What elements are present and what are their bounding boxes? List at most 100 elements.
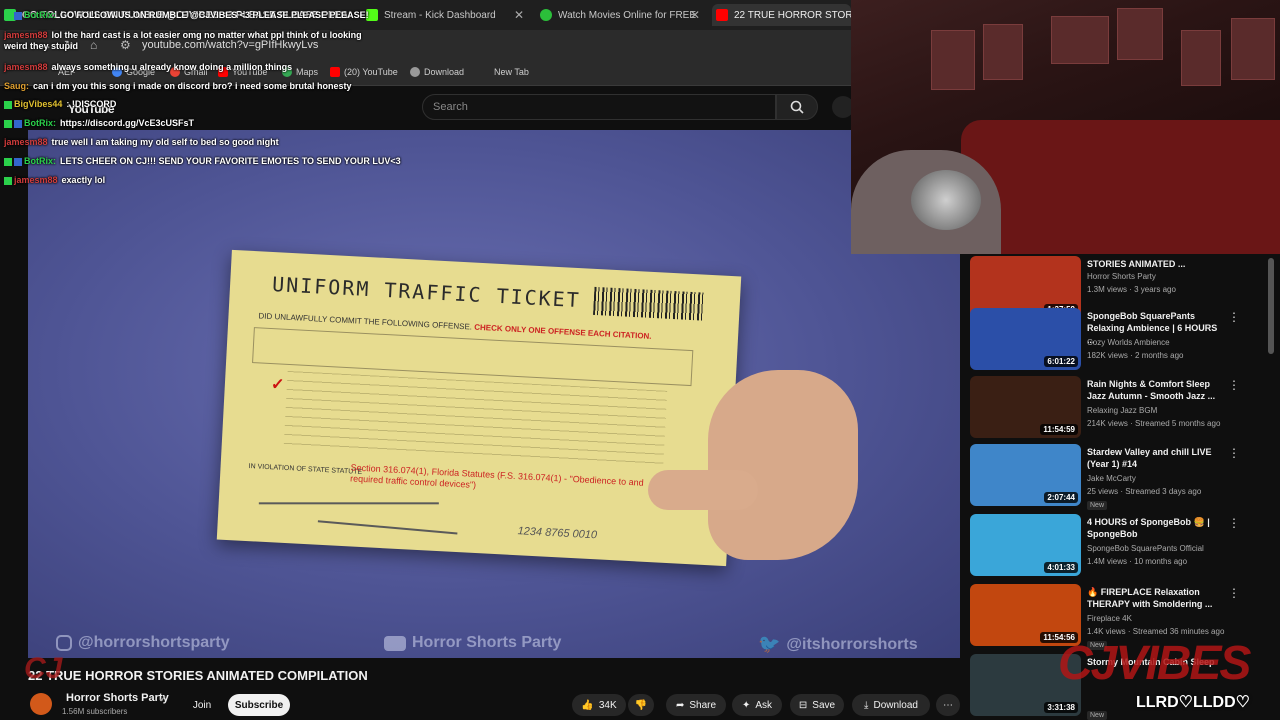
- instagram-icon: [56, 635, 72, 651]
- poster-image: [1117, 8, 1163, 60]
- search-input[interactable]: Search: [422, 94, 776, 120]
- sidebar-channel-name: Relaxing Jazz BGM: [1087, 406, 1158, 415]
- bookmark-new-tab[interactable]: New Tab: [494, 67, 529, 77]
- video-thumbnail[interactable]: 2:07:44: [970, 444, 1081, 506]
- kick-badge-icon: [4, 11, 12, 20]
- thumbs-up-icon: 👍: [581, 699, 594, 711]
- chat-message: BotRix: LETS CHEER ON CJ!!! SEND YOUR FAV…: [4, 156, 401, 167]
- hand-image: [708, 370, 858, 560]
- new-badge: New: [1087, 711, 1108, 720]
- video-duration: 2:07:44: [1044, 492, 1078, 503]
- more-options-icon[interactable]: ⋮: [1228, 446, 1240, 460]
- sidebar-channel-name: Horror Shorts Party: [1087, 272, 1156, 281]
- tab-label: Stream - Kick Dashboard: [384, 9, 496, 21]
- verified-icon: ✔: [159, 694, 167, 704]
- video-duration: 3:31:38: [1044, 702, 1078, 713]
- like-button[interactable]: 👍 34K: [572, 694, 626, 716]
- video-thumbnail[interactable]: 4:01:33: [970, 514, 1081, 576]
- sidebar-video-meta: 182K views · 2 months ago: [1087, 351, 1184, 360]
- sidebar-video-item[interactable]: 4:01:33 4 HOURS of SpongeBob 🍔 | SpongeBo…: [970, 514, 1270, 578]
- channel-name[interactable]: Horror Shorts Party: [66, 692, 169, 704]
- channel-avatar[interactable]: [30, 693, 52, 715]
- watermark-instagram: @horrorshortsparty: [56, 634, 230, 652]
- sidebar-channel-name: Jake McCarty: [1087, 474, 1136, 483]
- kick-badge-icon: [4, 176, 12, 185]
- sidebar-video-item[interactable]: 2:07:44 Stardew Valley and chill LIVE (Ye…: [970, 444, 1270, 510]
- thumbs-down-icon: 👎: [634, 699, 648, 711]
- video-duration: 11:54:59: [1040, 424, 1078, 435]
- ask-button[interactable]: ✦ Ask: [732, 694, 782, 716]
- watermark-twitter: 🐦 @itshorrorshorts: [758, 634, 918, 654]
- sidebar-video-title: 4 HOURS of SpongeBob 🍔 | SpongeBob: [1087, 517, 1210, 539]
- browser-tab-2[interactable]: Stream - Kick Dashboard ✕: [366, 4, 526, 26]
- chat-message: jamesm88 exactly lol: [4, 175, 105, 186]
- video-title: 22 TRUE HORROR STORIES ANIMATED COMPILAT…: [28, 668, 368, 683]
- kick-badge-icon: [4, 100, 12, 109]
- sidebar-video-item[interactable]: 6:01:22 SpongeBob SquarePants Relaxing Am…: [970, 308, 1270, 372]
- more-options-icon[interactable]: ⋮: [1228, 378, 1240, 392]
- close-icon[interactable]: ✕: [690, 8, 700, 22]
- sidebar-video-title: Stardew Valley and chill LIVE (Year 1) #…: [1087, 447, 1212, 469]
- more-actions-button[interactable]: ⋯: [936, 694, 960, 716]
- chat-message: jamesm88 lol the hard cast is a lot easie…: [4, 30, 362, 51]
- video-thumbnail[interactable]: 6:01:22: [970, 308, 1081, 370]
- globe-icon: [410, 67, 420, 77]
- video-thumbnail[interactable]: 11:54:59: [970, 376, 1081, 438]
- youtube-icon: [330, 67, 340, 77]
- share-button[interactable]: ➦ Share: [666, 694, 726, 716]
- ticket-checklist: [283, 370, 668, 471]
- browser-tab-4[interactable]: 22 TRUE HORROR STORIES: [712, 4, 851, 26]
- subscriber-count: 1.56M subscribers: [62, 707, 128, 716]
- poster-image: [1231, 18, 1275, 80]
- video-player[interactable]: UNIFORM TRAFFIC TICKET DID UNLAWFULLY CO…: [28, 130, 960, 658]
- kick-badge-icon: [4, 119, 12, 128]
- subscribe-button[interactable]: Subscribe: [228, 694, 290, 716]
- cjvibes-logo: CJVIBES: [1058, 637, 1251, 690]
- sidebar-channel-name: Fireplace 4K: [1087, 614, 1132, 623]
- join-button[interactable]: Join: [186, 694, 218, 716]
- signature-line: [258, 502, 439, 505]
- sidebar-video-title: STORIES ANIMATED ...: [1087, 259, 1186, 269]
- llrd-overlay-text: LLRD♡LLDD♡: [1136, 694, 1250, 711]
- bed-image: [961, 120, 1280, 254]
- poster-image: [983, 24, 1023, 80]
- scrollbar[interactable]: [1268, 258, 1274, 354]
- save-button[interactable]: ⊟ Save: [790, 694, 844, 716]
- more-options-icon[interactable]: ⋮: [1228, 586, 1240, 600]
- download-icon: ⤓: [864, 699, 869, 711]
- video-duration: 6:01:22: [1044, 356, 1078, 367]
- sidebar-video-title: 🔥 FIREPLACE Relaxation THERAPY with Smol…: [1087, 587, 1213, 609]
- download-button[interactable]: ⤓ Download: [852, 694, 930, 716]
- more-options-icon[interactable]: ⋮: [1228, 516, 1240, 530]
- sidebar-channel-name: Cozy Worlds Ambience: [1087, 338, 1170, 347]
- sidebar-channel-name: SpongeBob SquarePants Official: [1087, 544, 1204, 553]
- tab-label: 22 TRUE HORROR STORIES: [734, 9, 851, 21]
- poster-image: [1051, 16, 1109, 64]
- bot-badge-icon: [14, 157, 22, 166]
- chat-message: Saug: can i dm you this song i made on di…: [4, 81, 352, 91]
- more-options-icon[interactable]: ⋮: [1228, 310, 1240, 324]
- sidebar-video-item[interactable]: 11:54:59 Rain Nights & Comfort Sleep Jazz…: [970, 376, 1270, 440]
- bookmark-icon: ⊟: [798, 699, 808, 711]
- poster-image: [1181, 30, 1221, 86]
- bookmark-youtube-20[interactable]: (20) YouTube: [330, 67, 398, 77]
- video-duration: 4:01:33: [1044, 562, 1078, 573]
- signature-line: [317, 520, 458, 535]
- close-icon[interactable]: ✕: [514, 8, 524, 22]
- sidebar-video-title: Rain Nights & Comfort Sleep Jazz Autumn …: [1087, 379, 1216, 401]
- search-icon: [790, 100, 804, 114]
- dislike-button[interactable]: 👎: [628, 694, 654, 716]
- youtube-icon: [716, 9, 728, 21]
- sidebar-video-meta: 1.3M views · 3 years ago: [1087, 285, 1176, 294]
- more-icon: ⋯: [943, 699, 953, 711]
- browser-tab-3[interactable]: Watch Movies Online for FREE ✕: [540, 4, 702, 26]
- sidebar-video-meta: 25 views · Streamed 3 days ago: [1087, 487, 1202, 496]
- share-icon: ➦: [675, 699, 685, 711]
- chat-message: jamesm88 true well I am taking my old sel…: [4, 137, 279, 147]
- bookmark-download[interactable]: Download: [410, 67, 464, 77]
- kick-badge-icon: [4, 157, 12, 166]
- cj-logo: CJ: [24, 652, 63, 685]
- search-button[interactable]: [776, 94, 818, 120]
- chat-message: BigVibes44: !DISCORD: [4, 99, 116, 110]
- bot-badge-icon: [14, 11, 22, 20]
